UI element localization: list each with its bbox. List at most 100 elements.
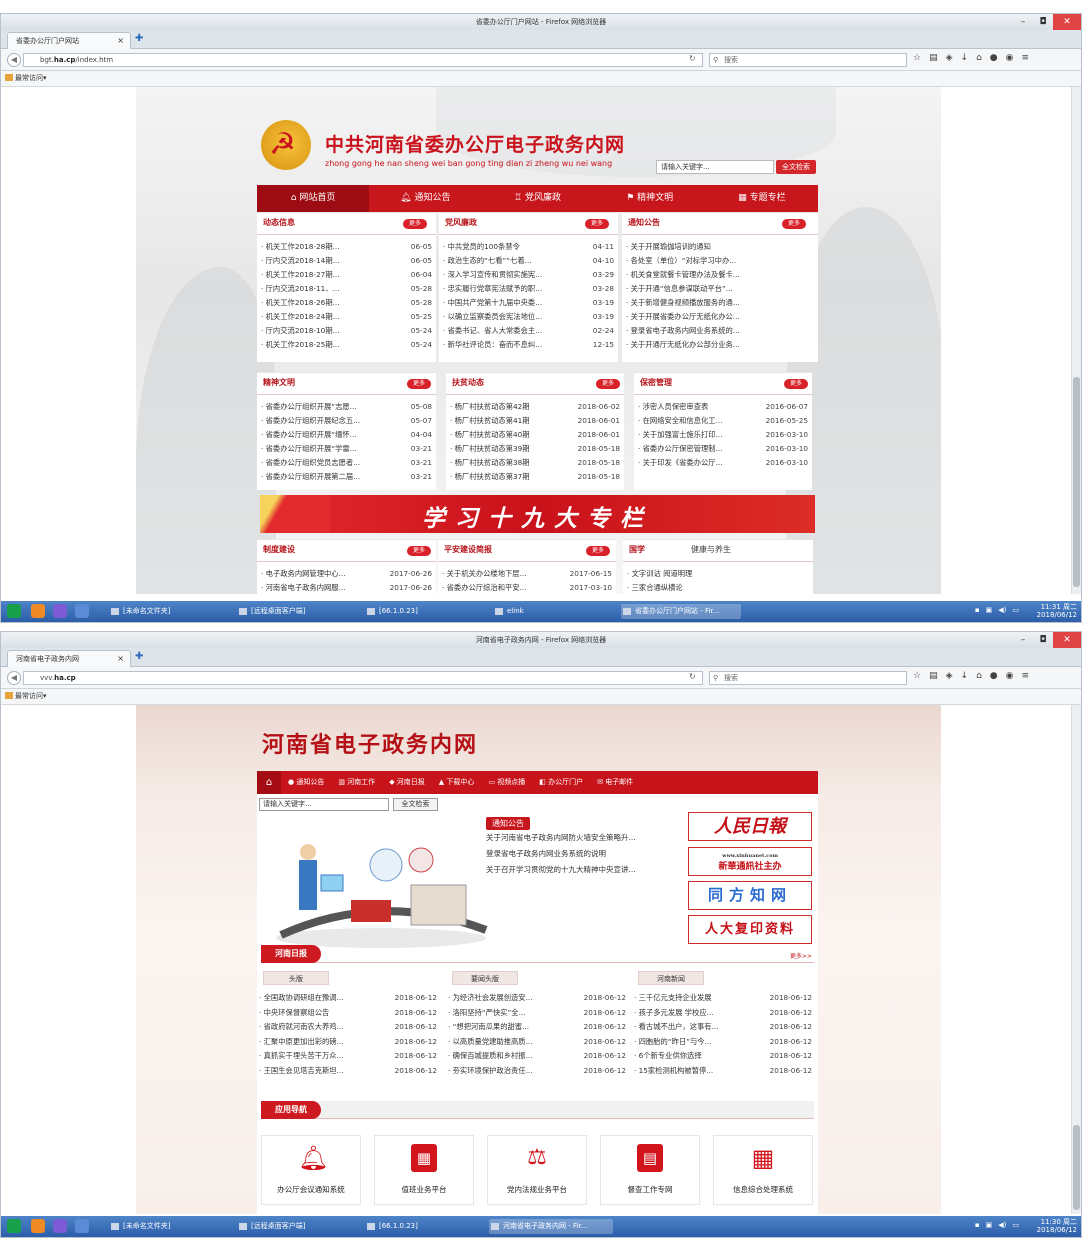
search-input[interactable]: ⚲ 搜索 — [709, 53, 907, 67]
list-item[interactable]: · 杨厂村扶贫动态第41期 2018-06-01 — [450, 414, 620, 428]
list-item[interactable]: · 确保百城提质和乡村振... 2018-06-12 — [448, 1049, 626, 1064]
list-item[interactable]: · 机关工作2018-24期... 05-25 — [261, 310, 432, 324]
taskbar-item[interactable]: [66.1.0.23] — [365, 604, 485, 619]
nav-download[interactable]: ▲ 下载中心 — [432, 771, 482, 794]
most-visited-link[interactable]: 最常访问▾ — [15, 692, 47, 700]
list-item[interactable]: · 关于开通“信息参谋联动平台”... — [626, 282, 814, 296]
app-info-processing[interactable]: ▦ 信息综合处理系统 — [713, 1135, 813, 1205]
browser-tab[interactable]: 省委办公厅门户网站 × — [7, 32, 131, 49]
more-button[interactable]: 更多 — [407, 546, 431, 556]
list-item[interactable]: · “想把河南瓜果的甜蜜... 2018-06-12 — [448, 1020, 626, 1035]
taskbar-item[interactable]: elink — [493, 604, 613, 619]
notice-item[interactable]: 关于召开学习贯彻党的十九大精神中央宣讲... — [486, 862, 686, 878]
list-item[interactable]: · 6个新专业供你选择 2018-06-12 — [634, 1049, 812, 1064]
list-item[interactable]: · 机关工作2018-28期... 06-05 — [261, 240, 432, 254]
scroll-thumb[interactable] — [1073, 377, 1080, 587]
taskbar-item[interactable]: [未命名文件夹] — [109, 1219, 229, 1234]
list-item[interactable]: · 机关食堂就餐卡管理办法及餐卡... — [626, 268, 814, 282]
app-meeting-notice[interactable]: 🔔︎ 办公厅会议通知系统 — [261, 1135, 361, 1205]
list-item[interactable]: · 关于开展省委办公厅无纸化办公... — [626, 310, 814, 324]
list-item[interactable]: · 全国政协调研组在豫调... 2018-06-12 — [259, 991, 437, 1006]
site-search-input[interactable]: 请输入关键字... — [656, 160, 774, 174]
app-launcher-icon[interactable] — [31, 1219, 45, 1233]
more-button[interactable]: 更多 — [784, 379, 808, 389]
maximize-button[interactable]: ◘ — [1033, 14, 1053, 30]
list-item[interactable]: · 关于加强富士施乐打印... 2016-03-10 — [638, 428, 808, 442]
site-search-input[interactable]: 请输入关键字... — [259, 798, 389, 811]
display-icon[interactable]: ▣ — [986, 1221, 993, 1229]
list-item[interactable]: · 以确立监察委员会宪法地位... 03-19 — [443, 310, 614, 324]
box-title[interactable]: 国学 — [629, 544, 645, 555]
list-item[interactable]: · 关于机关办公楼地下层... 2017-06-15 — [442, 567, 612, 581]
browser-tab[interactable]: 河南省电子政务内网 × — [7, 650, 131, 667]
minimize-button[interactable]: – — [1013, 14, 1033, 30]
list-item[interactable]: · 杨厂村扶贫动态第39期 2018-05-18 — [450, 442, 620, 456]
health-tab[interactable]: 健康与养生 — [691, 544, 731, 555]
more-link[interactable]: 更多>> — [790, 951, 812, 960]
more-button[interactable]: 更多 — [403, 219, 427, 229]
list-item[interactable]: · 杨厂村扶贫动态第40期 2018-06-01 — [450, 428, 620, 442]
nav-email[interactable]: ✉ 电子邮件 — [590, 771, 640, 794]
list-item[interactable]: · 新华社评论员：奋而不息纠... 12-15 — [443, 338, 614, 352]
most-visited-link[interactable]: 最常访问▾ — [15, 74, 47, 82]
network-icon[interactable]: ▪ — [975, 606, 980, 614]
list-item[interactable]: · 厅内交流2018-10期... 05-24 — [261, 324, 432, 338]
app-regulations[interactable]: ⚖ 党内法规业务平台 — [487, 1135, 587, 1205]
nav-culture[interactable]: ⚑ 精神文明 — [594, 185, 706, 212]
start-icon[interactable] — [7, 1219, 21, 1233]
download-icon[interactable]: ↓ — [961, 53, 969, 63]
home-icon[interactable]: ⌂ — [257, 771, 281, 794]
monitor-icon[interactable]: ▭ — [1012, 1221, 1019, 1229]
peoples-daily-link[interactable]: 人民日報 — [688, 812, 812, 841]
list-item[interactable]: · 看古城不出户，这事有... 2018-06-12 — [634, 1020, 812, 1035]
close-button[interactable]: ✕ — [1053, 14, 1081, 30]
list-item[interactable]: · 省委办公厅组织开展纪念五... 05-07 — [261, 414, 432, 428]
list-item[interactable]: · 四胞胎的“昨日”与今... 2018-06-12 — [634, 1035, 812, 1050]
reading-list-icon[interactable]: ▤ — [929, 53, 938, 63]
display-icon[interactable]: ▣ — [986, 606, 993, 614]
list-item[interactable]: · 省委办公厅保密管理制... 2016-03-10 — [638, 442, 808, 456]
taskbar-item[interactable]: [66.1.0.23] — [365, 1219, 485, 1234]
taskbar-item[interactable]: [远程桌面客户端] — [237, 604, 357, 619]
fulltext-search-button[interactable]: 全文检索 — [776, 160, 816, 174]
list-item[interactable]: · 关于印发《省委办公厅... 2016-03-10 — [638, 456, 808, 470]
list-item[interactable]: · 孩子多元发展 学校应... 2018-06-12 — [634, 1006, 812, 1021]
files-icon[interactable] — [53, 604, 67, 618]
list-item[interactable]: · 机关工作2018-26期... 05-28 — [261, 296, 432, 310]
cnki-link[interactable]: 同方知网 — [688, 881, 812, 910]
list-item[interactable]: · 电子政务内网管理中心... 2017-06-26 — [261, 567, 432, 581]
nav-notices[interactable]: 🔔︎ 通知公告 — [369, 185, 481, 212]
list-item[interactable]: · 以高质量党建助推高质... 2018-06-12 — [448, 1035, 626, 1050]
minimize-button[interactable]: – — [1013, 632, 1033, 648]
menu-icon[interactable]: ≡ — [1022, 53, 1030, 63]
start-icon[interactable] — [7, 604, 21, 618]
study-banner[interactable]: 学习十九大专栏 — [260, 495, 815, 533]
list-item[interactable]: · 在网络安全和信息化工... 2016-05-25 — [638, 414, 808, 428]
list-item[interactable]: · 省委书记、省人大常委会主... 02-24 — [443, 324, 614, 338]
list-item[interactable]: · 省政府就河南农大养鸡... 2018-06-12 — [259, 1020, 437, 1035]
taskbar-item[interactable]: [远程桌面客户端] — [237, 1219, 357, 1234]
list-item[interactable]: · 杨厂村扶贫动态第38期 2018-05-18 — [450, 456, 620, 470]
addon-icon[interactable]: ◉ — [1006, 53, 1014, 63]
list-item[interactable]: · 省委办公厅组织开展“学雷... 03-21 — [261, 442, 432, 456]
list-item[interactable]: · 机关工作2018-27期... 06-04 — [261, 268, 432, 282]
clock[interactable]: 11:31 周二 2018/06/12 — [1037, 603, 1077, 619]
renda-link[interactable]: 人大复印资料 — [688, 915, 812, 944]
list-item[interactable]: · 夯实环境保护政治责任... 2018-06-12 — [448, 1064, 626, 1079]
taskbar-item-active[interactable]: 河南省电子政务内网 - Fir... — [489, 1219, 613, 1234]
list-item[interactable]: · 省委办公厅组织党员志愿者... 03-21 — [261, 456, 432, 470]
chat-icon[interactable]: ● — [990, 671, 998, 681]
reload-icon[interactable]: ↻ — [689, 54, 696, 63]
more-button[interactable]: 更多 — [782, 219, 806, 229]
nav-video[interactable]: ▭ 视频点播 — [481, 771, 532, 794]
list-item[interactable]: · 机关工作2018-25期... 05-24 — [261, 338, 432, 352]
list-item[interactable]: · 三家合通纵横论 — [627, 581, 809, 594]
list-item[interactable]: · 杨厂村扶贫动态第42期 2018-06-02 — [450, 400, 620, 414]
list-item[interactable]: · 忠实履行党章宪法赋予的职... 03-28 — [443, 282, 614, 296]
list-item[interactable]: · 河南省电子政务内网服... 2017-06-26 — [261, 581, 432, 594]
nav-topics[interactable]: ▦ 专题专栏 — [706, 185, 818, 212]
vertical-scrollbar[interactable] — [1071, 705, 1081, 1214]
nav-henan-daily[interactable]: ◆ 河南日报 — [382, 771, 432, 794]
column-tab[interactable]: 要闻头版 — [452, 971, 518, 985]
close-tab-icon[interactable]: × — [117, 33, 124, 49]
